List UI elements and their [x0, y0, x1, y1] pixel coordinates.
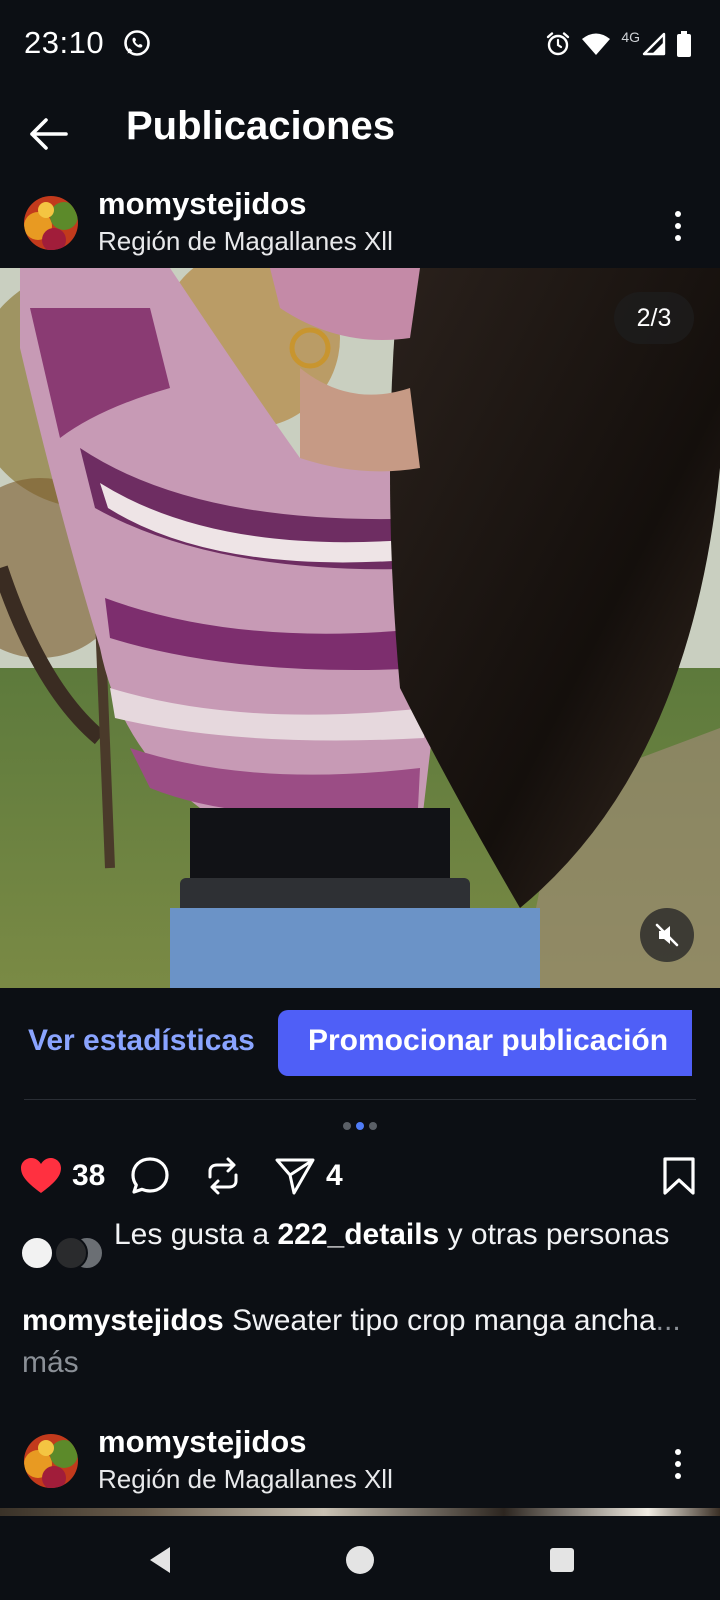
signal-icon — [642, 32, 666, 56]
post-photo-illustration — [0, 268, 720, 988]
post-action-row: 38 4 — [0, 1152, 720, 1200]
next-post-username[interactable]: momystejidos — [98, 1424, 306, 1460]
divider — [24, 1099, 696, 1100]
liked-by-suffix: y otras personas — [439, 1218, 670, 1251]
battery-icon — [677, 31, 691, 57]
caption-text: Sweater tipo crop manga ancha — [223, 1304, 656, 1337]
next-post-header: momystejidos Región de Magallanes Xll — [0, 1422, 720, 1508]
carousel-dot-active — [356, 1122, 364, 1130]
avatar[interactable] — [24, 196, 78, 250]
whatsapp-icon — [124, 30, 150, 56]
liked-by-row[interactable]: Les gusta a 222_details y otras personas — [0, 1216, 720, 1300]
liked-by-text: Les gusta a 222_details y otras personas — [114, 1216, 694, 1254]
carousel-dot — [343, 1122, 351, 1130]
mute-button[interactable] — [640, 908, 694, 962]
post-username[interactable]: momystejidos — [98, 186, 306, 222]
nav-recents-button[interactable] — [542, 1540, 582, 1580]
share-action: 4 — [274, 1152, 343, 1200]
heart-icon[interactable] — [20, 1157, 62, 1195]
nav-back-button[interactable] — [140, 1540, 180, 1580]
arrow-left-icon[interactable] — [22, 108, 74, 160]
carousel-dot — [369, 1122, 377, 1130]
triangle-back-icon — [150, 1547, 170, 1573]
post-management-actions: Ver estadísticas Promocionar publicación — [0, 1010, 720, 1078]
likes-count[interactable]: 38 — [72, 1159, 105, 1193]
avatar[interactable] — [24, 1434, 78, 1488]
liked-by-prefix: Les gusta a — [114, 1218, 278, 1251]
speech-bubble-icon[interactable] — [130, 1156, 170, 1196]
bookmark-icon[interactable] — [662, 1157, 696, 1195]
alarm-icon — [547, 32, 570, 56]
network-type: 4G — [621, 29, 640, 45]
vertical-dots-icon[interactable] — [668, 1444, 688, 1484]
post-photo[interactable]: 2/3 — [0, 268, 720, 988]
status-bar: 23:10 4G — [0, 0, 720, 88]
vertical-dots-icon[interactable] — [668, 206, 688, 246]
repost-action — [204, 1152, 242, 1200]
save-action — [662, 1152, 696, 1200]
avatar — [54, 1236, 88, 1270]
square-recents-icon — [550, 1548, 574, 1572]
page-title: Publicaciones — [126, 104, 395, 148]
post-header: momystejidos Región de Magallanes Xll — [0, 184, 720, 270]
next-post-location[interactable]: Región de Magallanes Xll — [98, 1464, 393, 1495]
like-action: 38 — [20, 1152, 105, 1200]
status-time: 23:10 — [24, 25, 105, 60]
shares-count[interactable]: 4 — [326, 1159, 343, 1193]
wifi-icon — [582, 33, 611, 55]
post-location[interactable]: Región de Magallanes Xll — [98, 226, 393, 257]
nav-home-button[interactable] — [340, 1540, 380, 1580]
comment-action — [130, 1152, 170, 1200]
circle-home-icon — [346, 1546, 374, 1574]
paper-plane-icon[interactable] — [274, 1156, 316, 1196]
image-counter: 2/3 — [614, 292, 694, 344]
muted-speaker-icon — [655, 923, 679, 947]
view-insights-button[interactable]: Ver estadísticas — [28, 1024, 255, 1058]
liked-by-user[interactable]: 222_details — [277, 1218, 439, 1251]
caption-username[interactable]: momystejidos — [22, 1304, 224, 1337]
next-post-photo-edge — [0, 1508, 720, 1516]
top-app-bar: Publicaciones — [0, 88, 720, 188]
repost-icon[interactable] — [204, 1156, 242, 1196]
carousel-indicator — [0, 1122, 720, 1132]
post-caption[interactable]: momystejidos Sweater tipo crop manga anc… — [22, 1300, 702, 1384]
liked-by-avatars — [20, 1236, 104, 1272]
avatar — [20, 1236, 54, 1270]
status-icons: 4G — [545, 29, 692, 58]
promote-post-button[interactable]: Promocionar publicación — [278, 1010, 692, 1076]
system-navigation-bar — [0, 1516, 720, 1600]
